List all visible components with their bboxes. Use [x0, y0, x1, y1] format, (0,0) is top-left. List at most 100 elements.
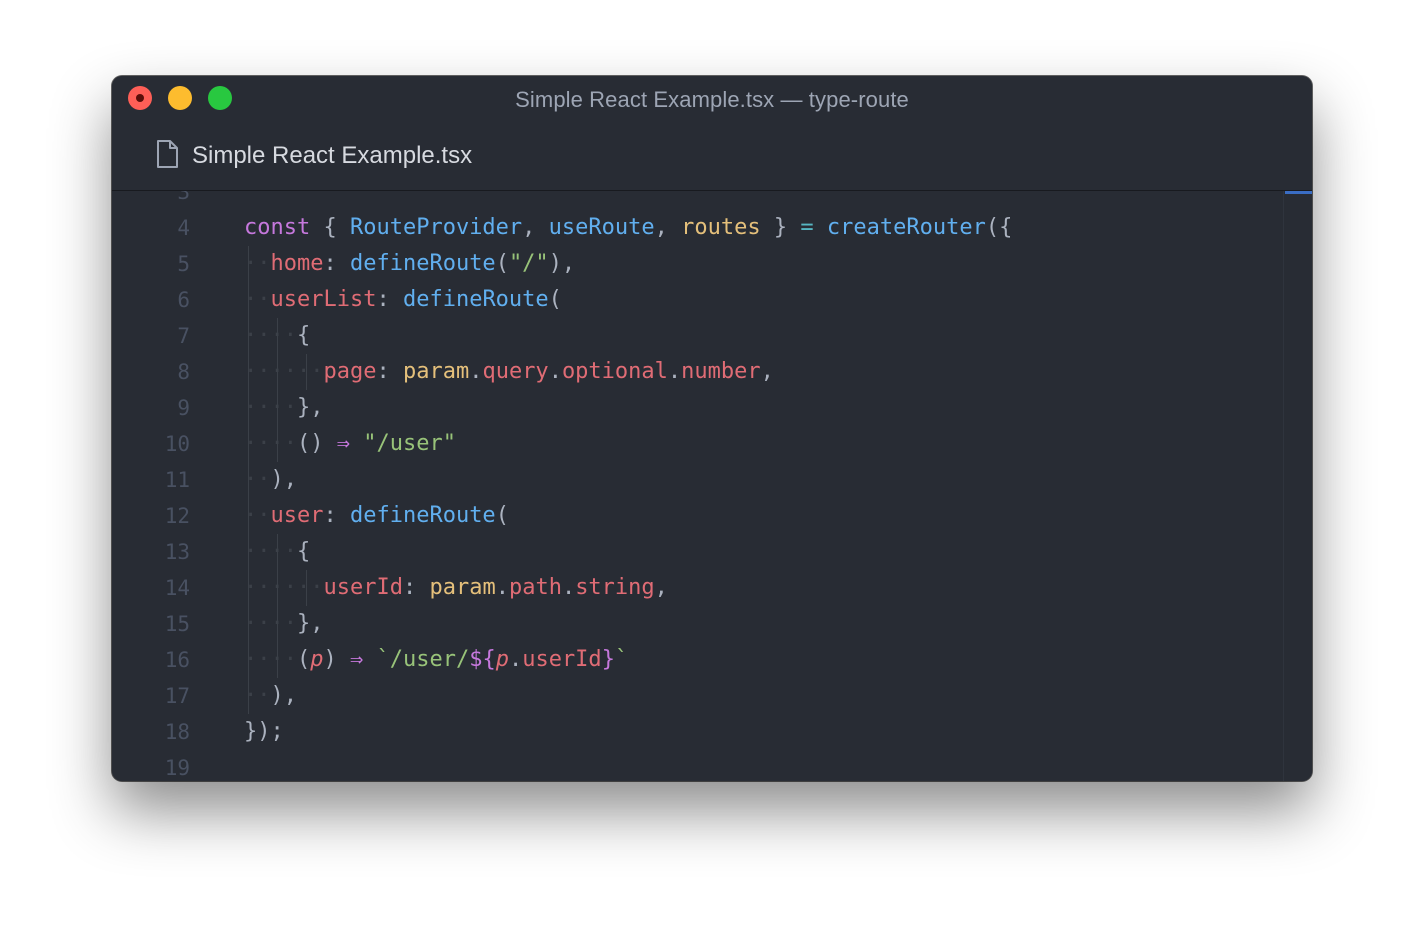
line-number: 13 [164, 540, 190, 564]
code-token: routes [681, 215, 761, 240]
code-token: string [575, 575, 655, 600]
code-line[interactable]: ····() ⇒ "/user" [244, 426, 456, 462]
code-line[interactable]: ····{ [244, 534, 310, 570]
whitespace-marker: ···· [244, 539, 297, 564]
line-number: 17 [164, 684, 190, 708]
code-token: , [522, 215, 549, 240]
editor-window: Simple React Example.tsx — type-route Si… [112, 76, 1312, 781]
code-token: userId [323, 575, 403, 600]
line-number: 8 [177, 360, 190, 384]
code-token: userList [270, 287, 377, 312]
code-token: { [310, 215, 350, 240]
line-number: 16 [164, 648, 190, 672]
code-line[interactable]: ······page: param.query.optional.number, [244, 354, 774, 390]
whitespace-marker: ······ [244, 359, 324, 384]
code-token: home [270, 251, 324, 276]
code-token: . [508, 647, 523, 672]
whitespace-marker: ···· [244, 323, 297, 348]
whitespace-marker: ···· [244, 647, 297, 672]
file-icon [156, 139, 178, 173]
code-token: ({ [985, 215, 1013, 240]
code-token: RouteProvider [349, 215, 523, 240]
whitespace-marker: ·· [244, 287, 271, 312]
code-line[interactable]: ····}, [244, 606, 323, 642]
code-line[interactable]: ··home: defineRoute("/"), [244, 246, 575, 282]
code-line[interactable]: ······userId: param.path.string, [244, 570, 668, 606]
line-number: 18 [164, 720, 190, 744]
tab-simple-react-example[interactable]: Simple React Example.tsx [156, 139, 473, 173]
code-editor[interactable]: 3 4 5 6 7 8 9 10 11 12 13 14 15 16 17 18 19 const { Rout… [112, 191, 1312, 781]
code-token: : [376, 359, 403, 384]
line-number: 6 [177, 288, 190, 312]
code-token: ( [495, 503, 509, 528]
line-number: 3 [177, 191, 190, 204]
vertical-scrollbar[interactable] [1283, 191, 1312, 781]
whitespace-marker: ·· [244, 251, 271, 276]
code-token: useRoute [548, 215, 655, 240]
whitespace-marker: ···· [244, 395, 297, 420]
line-number-gutter: 3 4 5 6 7 8 9 10 11 12 13 14 15 16 17 18 19 [112, 191, 202, 781]
code-area[interactable]: const { RouteProvider, useRoute, routes … [244, 191, 1282, 781]
code-token: const [244, 215, 311, 240]
code-line[interactable]: ····}, [244, 390, 323, 426]
tab-bar: Simple React Example.tsx [112, 120, 1312, 191]
code-token: defineRoute [349, 503, 496, 528]
code-token: ), [270, 683, 298, 708]
code-token: : [376, 287, 403, 312]
code-token: defineRoute [349, 251, 496, 276]
whitespace-marker: ·· [244, 683, 271, 708]
code-token: ), [548, 251, 576, 276]
code-line[interactable]: }); [244, 714, 284, 750]
whitespace-marker: ···· [244, 611, 297, 636]
code-token: . [548, 359, 562, 384]
code-token: userId [522, 647, 602, 672]
code-token: }, [296, 611, 324, 636]
code-token: page [323, 359, 377, 384]
code-line[interactable]: const { RouteProvider, useRoute, routes … [244, 210, 1012, 246]
code-line[interactable]: ····{ [244, 318, 310, 354]
code-token: , [654, 215, 682, 240]
code-token: . [495, 575, 509, 600]
code-token: = [800, 215, 814, 240]
window-title: Simple React Example.tsx — type-route [515, 87, 909, 112]
scrollbar-thumb[interactable] [1285, 191, 1312, 194]
code-line[interactable]: ··), [244, 462, 297, 498]
title-bar: Simple React Example.tsx — type-route [112, 76, 1312, 120]
code-token: { [296, 323, 311, 348]
code-token: ` [614, 647, 629, 672]
code-token: }, [296, 395, 324, 420]
line-number: 4 [177, 216, 190, 240]
code-token: }); [244, 719, 284, 744]
code-token: optional [561, 359, 668, 384]
code-token: () [296, 431, 337, 456]
code-token: query [482, 359, 549, 384]
line-number: 19 [164, 756, 190, 780]
code-token: user [270, 503, 324, 528]
line-number: 10 [164, 432, 190, 456]
code-token: ${ [469, 647, 496, 672]
whitespace-marker: ···· [244, 431, 297, 456]
code-token: number [681, 359, 761, 384]
code-token: p [495, 647, 509, 672]
code-token: : [323, 251, 350, 276]
code-token: ( [495, 251, 509, 276]
code-token: ), [270, 467, 298, 492]
code-line[interactable]: ····(p) ⇒ `/user/${p.userId}` [244, 642, 628, 678]
code-token: "/" [508, 251, 549, 276]
code-line[interactable]: ··user: defineRoute( [244, 498, 509, 534]
code-token: ) [323, 647, 350, 672]
code-token: ( [296, 647, 311, 672]
tab-label: Simple React Example.tsx [192, 142, 473, 169]
code-token: ( [548, 287, 562, 312]
line-number: 14 [164, 576, 190, 600]
code-token: , [654, 575, 668, 600]
code-token: . [561, 575, 576, 600]
code-token: } [760, 215, 801, 240]
code-token: "/user" [363, 431, 456, 456]
line-number: 5 [177, 252, 190, 276]
code-line[interactable]: ··), [244, 678, 297, 714]
code-token: : [402, 575, 430, 600]
code-line[interactable]: ··userList: defineRoute( [244, 282, 562, 318]
